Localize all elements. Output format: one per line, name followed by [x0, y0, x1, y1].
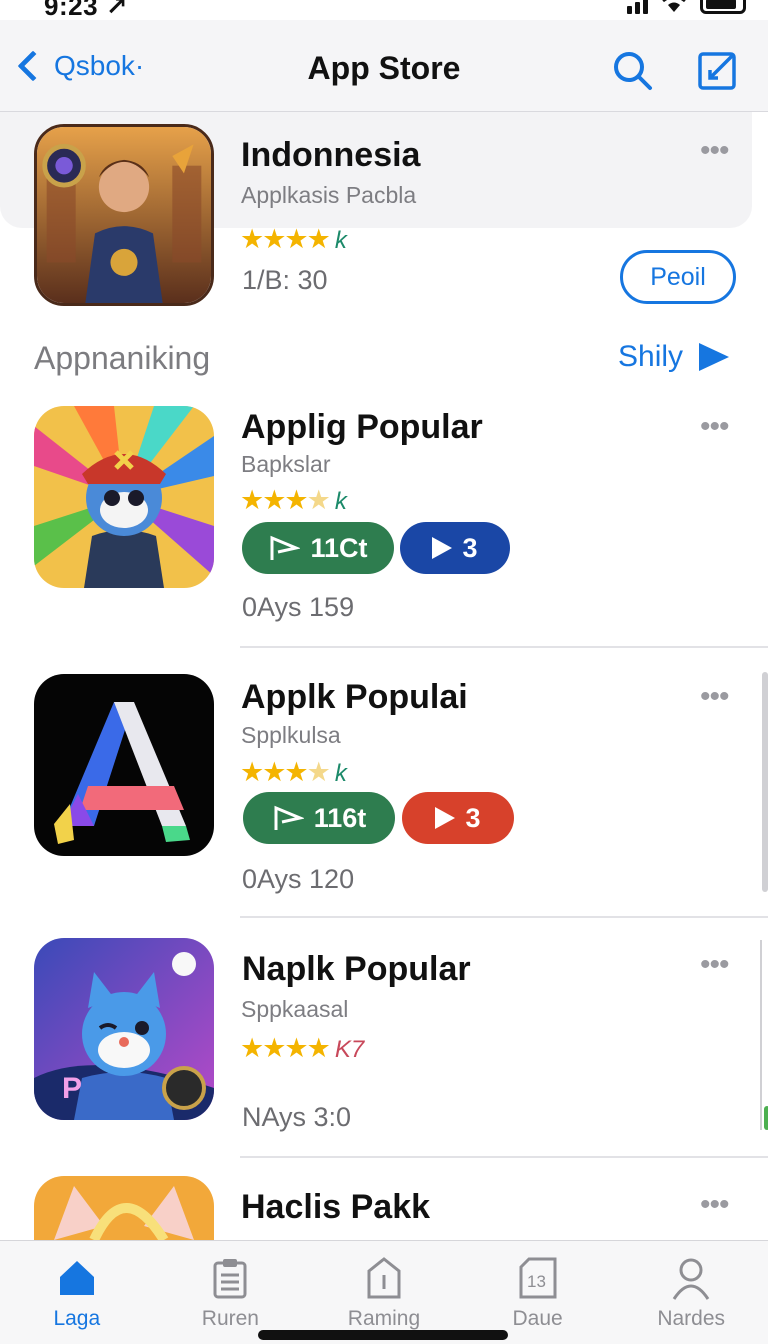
row-divider	[240, 646, 768, 648]
app-name[interactable]: Applig Popular	[241, 408, 483, 447]
install-button-label: 11Ct	[310, 532, 368, 563]
scroll-indicator[interactable]	[760, 940, 768, 1130]
more-options-icon[interactable]: •••	[700, 948, 729, 982]
tab-label: Raming	[347, 1307, 421, 1330]
more-options-icon[interactable]: •••	[700, 134, 729, 168]
rating-suffix: k	[334, 227, 347, 254]
app-rating: ★★★★ K7	[240, 1033, 364, 1064]
tab-label: Laga	[53, 1307, 101, 1330]
install-button[interactable]: 11Ct	[242, 522, 394, 574]
play-button[interactable]: 3	[402, 792, 514, 844]
play-icon	[435, 807, 456, 829]
app-name[interactable]: Applk Populai	[241, 678, 468, 717]
compose-icon[interactable]	[696, 48, 740, 92]
rating-suffix: k	[334, 488, 347, 515]
flag-icon	[270, 535, 301, 560]
svg-text:13: 13	[527, 1272, 546, 1291]
calendar-icon: 13	[519, 1257, 557, 1299]
row-divider	[240, 1156, 768, 1158]
app-name[interactable]: Haclis Pakk	[241, 1188, 430, 1227]
star-rating: ★★★	[240, 485, 309, 515]
tab-label: Daue	[512, 1307, 563, 1330]
tab-daue[interactable]: 13 Daue	[461, 1241, 615, 1344]
battery-icon	[700, 0, 746, 14]
star-rating: ★★★	[240, 757, 309, 787]
status-icons	[627, 0, 746, 14]
status-time: 9:23 ↗	[44, 0, 129, 21]
app-subtitle: Bapkslar	[241, 451, 331, 477]
featured-meta: 1/B: 30	[242, 265, 328, 295]
app-icon[interactable]	[34, 406, 214, 588]
featured-app-subtitle: Applkasis Pacbla	[241, 182, 417, 208]
app-meta: NAys 3:0	[242, 1102, 352, 1132]
app-subtitle: Spplkulsa	[241, 722, 341, 748]
install-button-label: 116t	[313, 802, 367, 833]
home-indicator	[258, 1330, 508, 1340]
section-see-all-link[interactable]: Shily	[618, 340, 730, 374]
star-rating: ★★★★	[240, 1033, 331, 1063]
tab-nardes[interactable]: Nardes	[614, 1241, 768, 1344]
more-options-icon[interactable]: •••	[700, 680, 729, 714]
person-icon	[672, 1258, 710, 1300]
tab-laga[interactable]: Laga	[0, 1241, 154, 1344]
install-button[interactable]: 116t	[243, 792, 395, 844]
play-icon	[699, 343, 730, 371]
section-title: Appnaniking	[34, 340, 211, 376]
app-rating: ★★★★ k	[240, 485, 347, 515]
app-icon[interactable]	[34, 1176, 214, 1240]
status-bar: 9:23 ↗	[0, 0, 768, 22]
scroll-indicator[interactable]	[762, 672, 768, 892]
search-icon[interactable]	[610, 48, 654, 92]
featured-rating: ★★★★ k	[240, 224, 347, 255]
featured-app-name[interactable]: Indonnesia	[241, 136, 420, 175]
play-button[interactable]: 3	[400, 522, 510, 574]
play-button-label: 3	[462, 532, 478, 563]
rating-suffix: K7	[334, 1036, 365, 1063]
star-rating: ★★★★	[240, 224, 331, 254]
tag-icon	[367, 1257, 401, 1299]
navigation-bar: Qsbok· App Store	[0, 20, 768, 112]
app-icon[interactable]	[34, 674, 214, 856]
home-icon	[59, 1261, 94, 1295]
app-rating: ★★★★ k	[240, 757, 347, 787]
more-options-icon[interactable]: •••	[700, 410, 729, 444]
featured-get-button[interactable]: Peoil	[620, 250, 736, 304]
section-link-label: Shily	[618, 340, 684, 373]
tab-label: Nardes	[657, 1307, 726, 1330]
tab-raming[interactable]: Raming	[307, 1241, 461, 1344]
app-meta: 0Ays 120	[242, 864, 355, 894]
wifi-icon	[662, 0, 686, 12]
row-divider	[240, 916, 768, 918]
app-name[interactable]: Naplk Popular	[242, 950, 471, 989]
tab-ruren[interactable]: Ruren	[154, 1241, 308, 1344]
play-icon	[432, 537, 453, 559]
rating-suffix: k	[334, 760, 347, 787]
tab-label: Ruren	[201, 1307, 259, 1330]
featured-app-icon[interactable]	[34, 124, 214, 306]
signal-icon	[627, 0, 648, 14]
app-meta: 0Ays 159	[242, 592, 355, 622]
tab-bar: Laga Ruren Raming 13 Daue Nardes	[0, 1240, 768, 1344]
app-icon[interactable]: P	[34, 938, 214, 1120]
app-subtitle: Sppkaasal	[241, 996, 349, 1022]
more-options-icon[interactable]: •••	[700, 1188, 729, 1222]
clipboard-icon	[213, 1259, 247, 1299]
play-button-label: 3	[465, 802, 481, 833]
flag-icon	[274, 805, 304, 830]
svg-text:P: P	[62, 1072, 82, 1105]
